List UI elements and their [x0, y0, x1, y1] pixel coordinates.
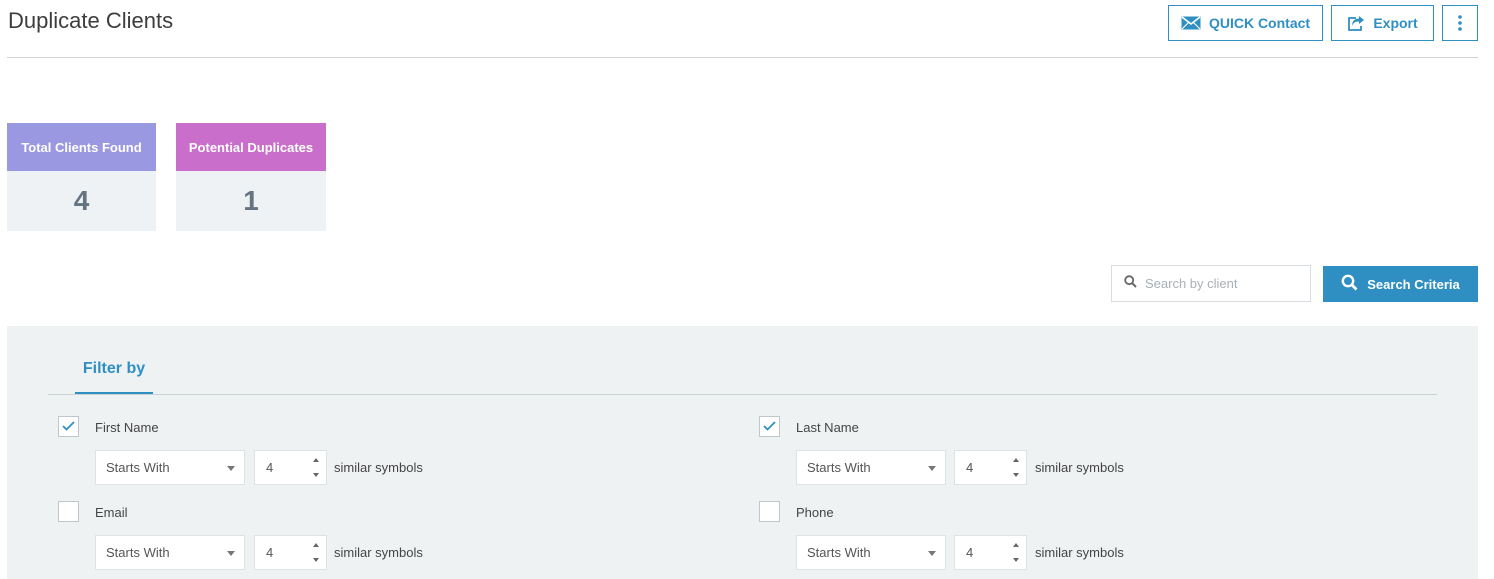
caret-down-icon: [227, 551, 235, 556]
first-name-mode-value: Starts With: [106, 460, 170, 475]
total-clients-label: Total Clients Found: [7, 123, 156, 171]
export-button[interactable]: Export: [1331, 5, 1434, 41]
filter-tab-divider: [48, 394, 1437, 395]
email-mode-select[interactable]: Starts With: [95, 535, 245, 570]
last-name-checkbox[interactable]: [759, 416, 780, 437]
first-name-label: First Name: [95, 420, 159, 435]
search-input[interactable]: [1145, 276, 1295, 291]
search-icon: [1124, 274, 1137, 293]
potential-duplicates-label: Potential Duplicates: [176, 123, 326, 171]
search-criteria-label: Search Criteria: [1367, 276, 1460, 292]
decrement-arrow-icon[interactable]: [1013, 473, 1019, 477]
caret-down-icon: [928, 466, 936, 471]
total-clients-value: 4: [73, 185, 90, 216]
decrement-arrow-icon[interactable]: [313, 558, 319, 562]
filter-panel: Filter by First Name Starts With 4 simil…: [7, 326, 1478, 579]
caret-down-icon: [227, 466, 235, 471]
last-name-count-value: 4: [966, 460, 974, 475]
increment-arrow-icon[interactable]: [1013, 458, 1019, 462]
header-divider: [7, 57, 1478, 58]
email-count-value: 4: [266, 545, 274, 560]
last-name-suffix: similar symbols: [1035, 460, 1124, 475]
email-count-stepper[interactable]: 4: [254, 535, 327, 570]
checkmark-icon: [62, 418, 75, 436]
total-clients-card: Total Clients Found 4: [7, 123, 156, 231]
email-mode-value: Starts With: [106, 545, 170, 560]
quick-contact-button[interactable]: QUICK Contact: [1168, 5, 1323, 41]
email-label: Email: [95, 505, 128, 520]
search-criteria-button[interactable]: Search Criteria: [1323, 266, 1478, 302]
export-label: Export: [1373, 15, 1418, 31]
phone-mode-value: Starts With: [807, 545, 871, 560]
phone-label: Phone: [796, 505, 834, 520]
phone-suffix: similar symbols: [1035, 545, 1124, 560]
envelope-icon: [1181, 16, 1201, 30]
potential-duplicates-card: Potential Duplicates 1: [176, 123, 326, 231]
increment-arrow-icon[interactable]: [313, 543, 319, 547]
email-suffix: similar symbols: [334, 545, 423, 560]
tab-filter-by[interactable]: Filter by: [75, 359, 153, 394]
first-name-mode-select[interactable]: Starts With: [95, 450, 245, 485]
increment-arrow-icon[interactable]: [313, 458, 319, 462]
phone-mode-select[interactable]: Starts With: [796, 535, 946, 570]
phone-count-stepper[interactable]: 4: [954, 535, 1027, 570]
quick-contact-label: QUICK Contact: [1208, 15, 1311, 31]
first-name-suffix: similar symbols: [334, 460, 423, 475]
decrement-arrow-icon[interactable]: [313, 473, 319, 477]
last-name-mode-select[interactable]: Starts With: [796, 450, 946, 485]
first-name-count-value: 4: [266, 460, 274, 475]
checkmark-icon: [763, 418, 776, 436]
share-icon: [1347, 15, 1365, 31]
first-name-checkbox[interactable]: [58, 416, 79, 437]
phone-count-value: 4: [966, 545, 974, 560]
first-name-count-stepper[interactable]: 4: [254, 450, 327, 485]
potential-duplicates-value: 1: [243, 185, 259, 216]
last-name-label: Last Name: [796, 420, 859, 435]
search-box[interactable]: [1111, 265, 1311, 302]
last-name-count-stepper[interactable]: 4: [954, 450, 1027, 485]
last-name-mode-value: Starts With: [807, 460, 871, 475]
more-options-button[interactable]: [1442, 5, 1478, 41]
search-icon: [1341, 274, 1358, 294]
caret-down-icon: [928, 551, 936, 556]
email-checkbox[interactable]: [58, 501, 79, 522]
increment-arrow-icon[interactable]: [1013, 543, 1019, 547]
more-vertical-icon: [1458, 15, 1462, 31]
page-title: Duplicate Clients: [8, 8, 174, 33]
phone-checkbox[interactable]: [759, 501, 780, 522]
decrement-arrow-icon[interactable]: [1013, 558, 1019, 562]
